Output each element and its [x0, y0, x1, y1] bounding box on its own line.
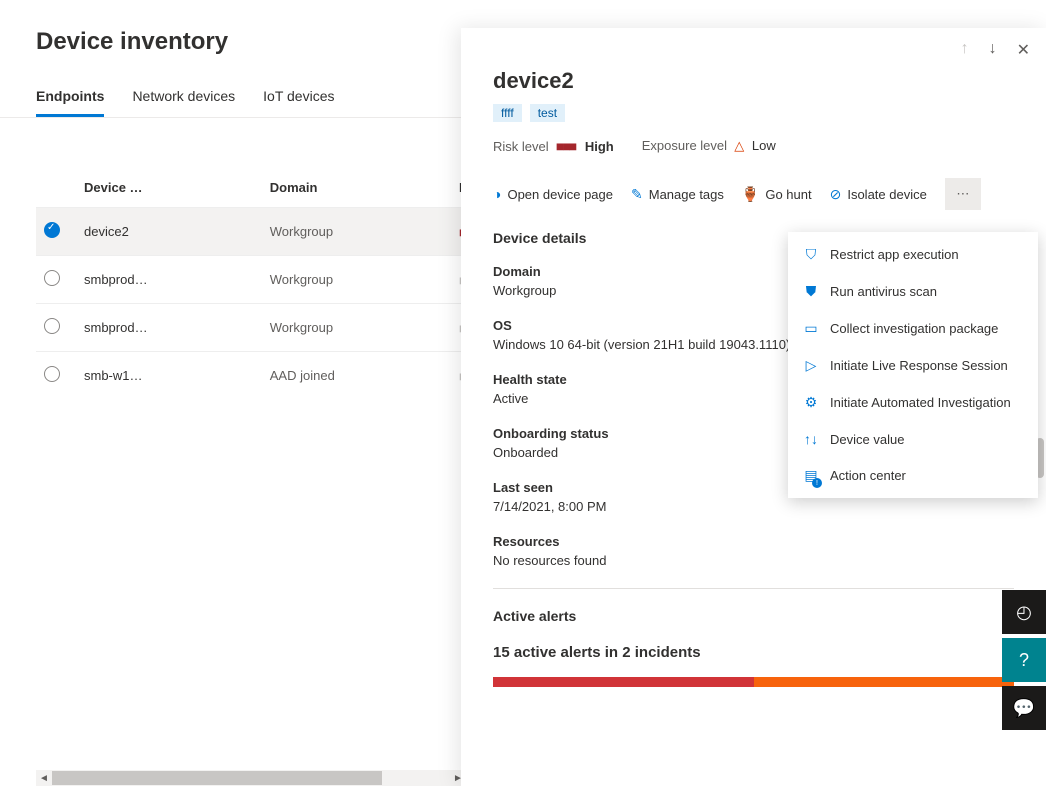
cell-domain: Workgroup: [262, 304, 451, 352]
col-domain[interactable]: Domain: [262, 168, 451, 208]
row-select[interactable]: [44, 366, 60, 382]
risk-indicator-icon: ■■■: [556, 138, 575, 154]
tag-chip[interactable]: ffff: [493, 104, 522, 122]
row-select[interactable]: [44, 270, 60, 286]
row-select[interactable]: [44, 222, 60, 238]
hunt-icon: 🏺: [742, 186, 759, 203]
more-actions-button[interactable]: ⋯: [945, 178, 981, 210]
prev-device-icon: ↑: [961, 40, 969, 60]
cell-domain: Workgroup: [262, 208, 451, 256]
manage-tags-button[interactable]: ✎Manage tags: [631, 186, 724, 203]
cell-device: device2: [76, 208, 262, 256]
play-icon: ▷: [802, 357, 820, 374]
active-alerts-summary: 15 active alerts in 2 incidents: [493, 644, 1014, 661]
tab-iot-devices[interactable]: IoT devices: [263, 80, 334, 117]
updown-icon: ↑↓: [802, 431, 820, 447]
isolate-icon: ⊘: [830, 186, 842, 203]
cell-domain: Workgroup: [262, 256, 451, 304]
go-hunt-button[interactable]: 🏺Go hunt: [742, 186, 812, 203]
cell-device: smb-w1…: [76, 352, 262, 400]
resources-label: Resources: [493, 534, 1014, 549]
tag-chip[interactable]: test: [530, 104, 565, 122]
cell-device: smbprod…: [76, 256, 262, 304]
active-alerts-heading: Active alerts: [493, 608, 576, 624]
restrict-app-execution-item[interactable]: ⛉Restrict app execution: [788, 236, 1038, 273]
isolate-device-button[interactable]: ⊘Isolate device: [830, 186, 927, 203]
more-actions-menu: ⛉Restrict app execution ⛊Run antivirus s…: [788, 232, 1038, 498]
dock-feedback-button[interactable]: 💬: [1002, 686, 1046, 730]
run-antivirus-item[interactable]: ⛊Run antivirus scan: [788, 273, 1038, 310]
row-select[interactable]: [44, 318, 60, 334]
collect-package-item[interactable]: ▭Collect investigation package: [788, 310, 1038, 347]
dock-compass-button[interactable]: ◴: [1002, 590, 1046, 634]
col-device[interactable]: Device …: [76, 168, 262, 208]
dock-help-button[interactable]: ?: [1002, 638, 1046, 682]
horizontal-scrollbar[interactable]: ◄►: [36, 770, 466, 786]
next-device-icon[interactable]: ↓: [989, 40, 997, 60]
cell-domain: AAD joined: [262, 352, 451, 400]
notification-badge-icon: !: [812, 478, 822, 488]
lastseen-value: 7/14/2021, 8:00 PM: [493, 499, 1014, 514]
live-response-item[interactable]: ▷Initiate Live Response Session: [788, 347, 1038, 384]
alert-severity-bar: [493, 677, 1014, 687]
tab-network-devices[interactable]: Network devices: [132, 80, 235, 117]
resources-value: No resources found: [493, 553, 1014, 568]
cell-device: smbprod…: [76, 304, 262, 352]
exposure-level-value: Low: [752, 138, 776, 153]
risk-level-value: High: [585, 139, 614, 154]
open-device-page-button[interactable]: ◑Open device page: [493, 186, 613, 202]
tag-icon: ✎: [631, 186, 643, 203]
device-value-item[interactable]: ↑↓Device value: [788, 421, 1038, 457]
shield-icon: ⛊: [802, 283, 820, 300]
gear-icon: ⚙: [802, 394, 820, 411]
package-icon: ▭: [802, 320, 820, 337]
exposure-level-label: Exposure level: [642, 138, 727, 153]
panel-device-title: device2: [493, 68, 1014, 94]
restrict-icon: ⛉: [802, 246, 820, 263]
close-icon[interactable]: ✕: [1017, 40, 1030, 60]
risk-level-label: Risk level: [493, 139, 549, 154]
automated-investigation-item[interactable]: ⚙Initiate Automated Investigation: [788, 384, 1038, 421]
open-icon: ◑: [493, 186, 501, 202]
warning-icon: △: [734, 138, 744, 153]
tab-endpoints[interactable]: Endpoints: [36, 80, 104, 117]
action-center-item[interactable]: ▤Action center!: [788, 457, 1038, 494]
